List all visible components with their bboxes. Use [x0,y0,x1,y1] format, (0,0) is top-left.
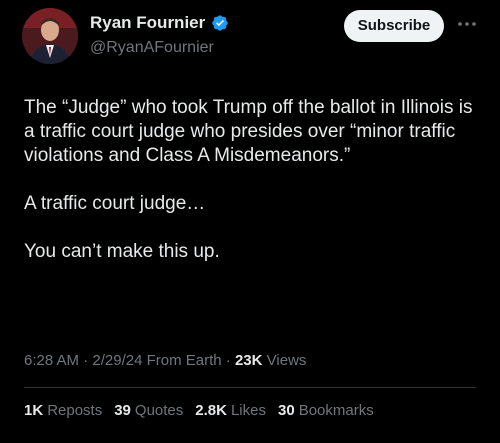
avatar[interactable] [22,8,78,64]
author-display-name[interactable]: Ryan Fournier [90,13,205,33]
bookmarks-stat[interactable]: 30 Bookmarks [278,402,374,419]
likes-label: Likes [230,402,266,419]
quotes-stat[interactable]: 39 Quotes [114,402,183,419]
likes-count: 2.8K [195,402,227,419]
reposts-label: Reposts [47,402,103,419]
tweet-source: From Earth [146,352,222,369]
engagement-stats: 1K Reposts 39 Quotes 2.8K Likes 30 Bookmarks [24,402,374,419]
tweet-time[interactable]: 6:28 AM [24,352,79,369]
likes-stat[interactable]: 2.8K Likes [195,402,266,419]
subscribe-button[interactable]: Subscribe [344,10,444,42]
tweet-meta: 6:28 AM · 2/29/24 From Earth · 23K Views [24,352,307,369]
more-horizontal-icon[interactable] [455,14,479,34]
verified-badge-icon [211,14,229,32]
author-name-row: Ryan Fournier [90,13,229,33]
tweet-paragraph: A traffic court judge… [24,193,206,214]
tweet-paragraph: You can’t make this up. [24,241,220,262]
views-label: Views [266,352,307,369]
tweet-text: The “Judge” who took Trump off the ballo… [24,96,484,264]
divider [24,387,476,388]
quotes-count: 39 [114,402,131,419]
tweet-date[interactable]: 2/29/24 [92,352,142,369]
tweet-card: Ryan Fournier @RyanAFournier Subscribe T… [0,0,500,443]
views-count: 23K [234,352,263,369]
bookmarks-label: Bookmarks [298,402,374,419]
tweet-paragraph: The “Judge” who took Trump off the ballo… [24,97,473,166]
reposts-count: 1K [24,402,44,419]
author-handle[interactable]: @RyanAFournier [90,39,214,57]
bookmarks-count: 30 [278,402,295,419]
quotes-label: Quotes [134,402,184,419]
avatar-image [22,8,78,64]
reposts-stat[interactable]: 1K Reposts [24,402,102,419]
